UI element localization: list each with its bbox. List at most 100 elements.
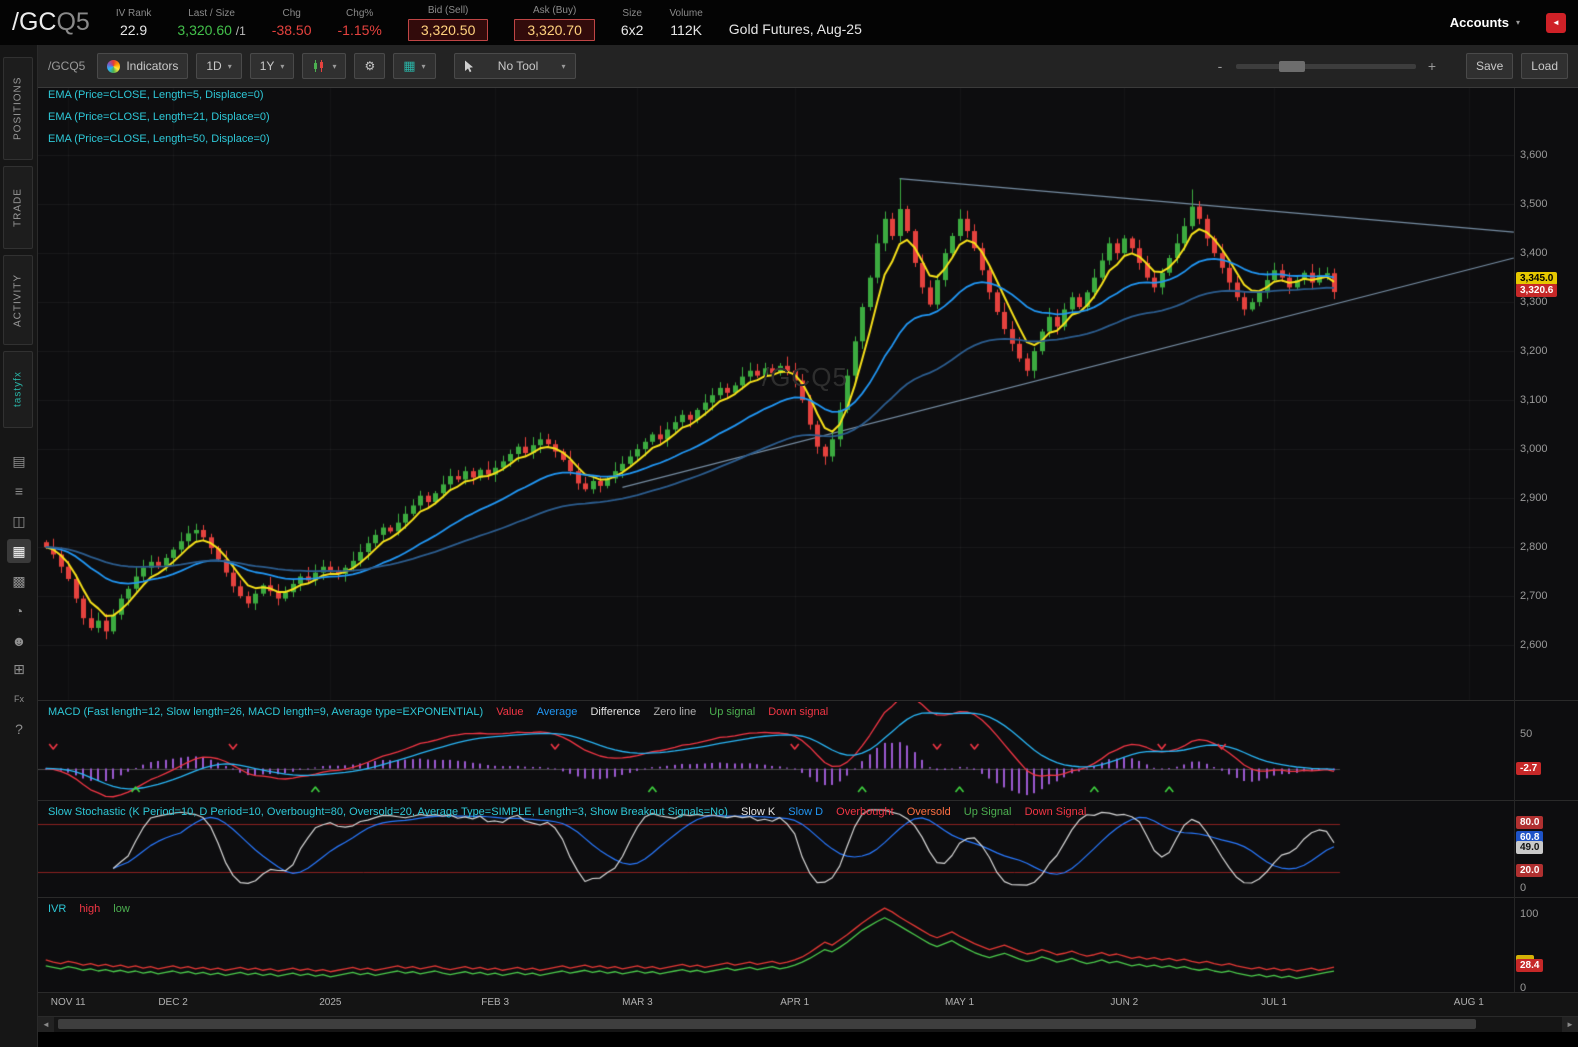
symbol-title: /GCQ5 <box>12 8 90 37</box>
sidebar-tab-activity[interactable]: ACTIVITY <box>3 255 33 345</box>
stochastic-study-label: Slow Stochastic (K Period=10, D Period=1… <box>48 806 1086 818</box>
stoch-legend-k: Slow K <box>740 806 776 818</box>
price-axis-label: 3,400 <box>1520 247 1548 260</box>
field-ask: Ask (Buy) 3,320.70 <box>514 5 595 41</box>
indicators-button[interactable]: Indicators <box>97 53 189 79</box>
range-dropdown[interactable]: 1Y ▾ <box>249 53 295 79</box>
help-icon[interactable]: ? <box>7 717 31 741</box>
zoom-control: - + <box>1212 58 1440 74</box>
macd-study-label: MACD (Fast length=12, Slow length=26, MA… <box>48 706 828 718</box>
calendar-icon[interactable]: ⊞ <box>7 657 31 681</box>
chart-settings-button[interactable]: ⚙ <box>354 53 386 79</box>
load-button[interactable]: Load <box>1521 53 1568 79</box>
ask-label: Ask (Buy) <box>532 4 577 16</box>
chart-watermark: /GCQ5 <box>762 362 848 392</box>
sidebar-tab-tastyfx[interactable]: tastyfx <box>3 351 33 428</box>
fx-icon[interactable]: Fx <box>7 687 31 711</box>
ivr-title: IVR <box>48 903 67 915</box>
stoch-legend-oversold: Oversold <box>906 806 951 818</box>
zoom-out-button[interactable]: - <box>1212 58 1228 74</box>
ask-button[interactable]: 3,320.70 <box>514 18 595 41</box>
zoom-slider-thumb[interactable] <box>1279 60 1306 72</box>
ivr-canvas[interactable] <box>38 899 1514 992</box>
chart-icon[interactable]: ▦ <box>7 539 31 563</box>
iv-rank-value: 22.9 <box>119 21 148 38</box>
field-size: Size 6x2 <box>621 8 644 38</box>
ema50-study-label: EMA (Price=CLOSE, Length=50, Displace=0) <box>48 133 270 145</box>
bid-button[interactable]: 3,320.50 <box>407 18 489 41</box>
save-button[interactable]: Save <box>1465 53 1514 79</box>
grid-layout-icon[interactable]: ▩ <box>7 569 31 593</box>
last-size-value: 3,320.60 /1 <box>177 22 245 38</box>
scrollbar-track[interactable] <box>54 1017 1562 1032</box>
ivr-low-bubble: 28.4 <box>1516 959 1544 972</box>
panel-divider[interactable] <box>38 897 1578 898</box>
contacts-icon[interactable]: ☻ <box>7 629 31 653</box>
chg-pct-value: -1.15% <box>337 21 382 38</box>
contract-description: Gold Futures, Aug-25 <box>728 21 862 37</box>
volume-label: Volume <box>669 7 703 19</box>
macd-legend-difference: Difference <box>590 706 641 718</box>
scroll-right-icon[interactable]: ► <box>1562 1017 1578 1032</box>
chart-scrollbar: ◄ ► <box>38 1016 1578 1032</box>
cursor-icon <box>464 60 473 72</box>
panel-divider[interactable] <box>38 700 1578 701</box>
timeframe-dropdown[interactable]: 1D ▾ <box>196 53 242 79</box>
size-label: Size <box>622 7 642 19</box>
orders-icon[interactable]: ◫ <box>7 509 31 533</box>
sidebar-tab-positions[interactable]: POSITIONS <box>3 57 33 160</box>
stoch-title: Slow Stochastic (K Period=10, D Period=1… <box>48 806 728 818</box>
watchlist-icon[interactable]: ≡ <box>7 479 31 503</box>
macd-legend-up: Up signal <box>709 706 756 718</box>
gear-icon: ⚙ <box>364 59 376 73</box>
price-axis-label: 2,600 <box>1520 639 1548 652</box>
symbol-month: Q5 <box>56 8 90 36</box>
clock-icon[interactable]: ◔ <box>7 599 31 623</box>
ivr-axis-label: 0 <box>1520 982 1527 994</box>
chevron-down-icon: ▾ <box>421 61 426 71</box>
time-axis-label: JUN 2 <box>1110 997 1139 1008</box>
chevron-down-icon: ▾ <box>227 61 232 71</box>
collapse-header-icon[interactable]: ◄ <box>1546 12 1566 33</box>
scrollbar-thumb[interactable] <box>58 1019 1476 1029</box>
stoch-axis-zero: 0 <box>1520 882 1527 894</box>
chevron-down-icon: ▾ <box>280 61 285 71</box>
accounts-menu[interactable]: Accounts ▾ <box>1450 15 1520 30</box>
iv-rank-label: IV Rank <box>115 7 152 19</box>
panel-divider[interactable] <box>38 800 1578 801</box>
timeframe-value: 1D <box>206 59 222 73</box>
chg-label: Chg <box>282 7 301 19</box>
macd-legend-down: Down signal <box>768 706 829 718</box>
quote-header: /GCQ5 IV Rank 22.9 Last / Size 3,320.60 … <box>0 0 1578 45</box>
price-axis-label: 3,600 <box>1520 149 1548 162</box>
sidebar-tab-trade[interactable]: TRADE <box>3 166 33 249</box>
ivr-axis-label: 100 <box>1520 908 1539 921</box>
chevron-down-icon: ▾ <box>332 61 337 71</box>
price-axis-label: 3,100 <box>1520 394 1548 407</box>
last-price: 3,320.60 <box>177 21 232 38</box>
chart-type-dropdown[interactable]: ▾ <box>302 53 347 79</box>
field-bid: Bid (Sell) 3,320.50 <box>407 5 489 41</box>
macd-legend-zero: Zero line <box>653 706 697 718</box>
stoch-legend-up: Up Signal <box>963 806 1012 818</box>
time-axis-label: JUL 1 <box>1261 997 1287 1008</box>
drawing-tool-dropdown[interactable]: No Tool ▾ <box>453 53 576 79</box>
range-value: 1Y <box>259 59 275 73</box>
price-chart-canvas[interactable] <box>38 88 1514 700</box>
zoom-in-button[interactable]: + <box>1424 58 1440 74</box>
chart-symbol-label: /GCQ5 <box>48 59 86 73</box>
field-last-size: Last / Size 3,320.60 /1 <box>177 8 245 38</box>
news-icon[interactable]: ▤ <box>7 449 31 473</box>
scroll-left-icon[interactable]: ◄ <box>38 1017 54 1032</box>
price-axis-label: 2,900 <box>1520 492 1548 505</box>
price-axis-separator <box>1514 88 1515 992</box>
indicators-label: Indicators <box>126 59 179 73</box>
time-axis-label: APR 1 <box>780 997 810 1008</box>
time-axis-label: MAY 1 <box>944 997 975 1008</box>
stoch-oversold-bubble: 20.0 <box>1516 864 1544 877</box>
price-axis-label: 3,000 <box>1520 443 1548 456</box>
zoom-slider[interactable] <box>1235 60 1416 72</box>
layout-grid-dropdown[interactable]: ▦ ▾ <box>393 53 436 79</box>
trading-platform: /GCQ5 IV Rank 22.9 Last / Size 3,320.60 … <box>0 0 1578 1047</box>
size-value: 6x2 <box>620 21 644 38</box>
